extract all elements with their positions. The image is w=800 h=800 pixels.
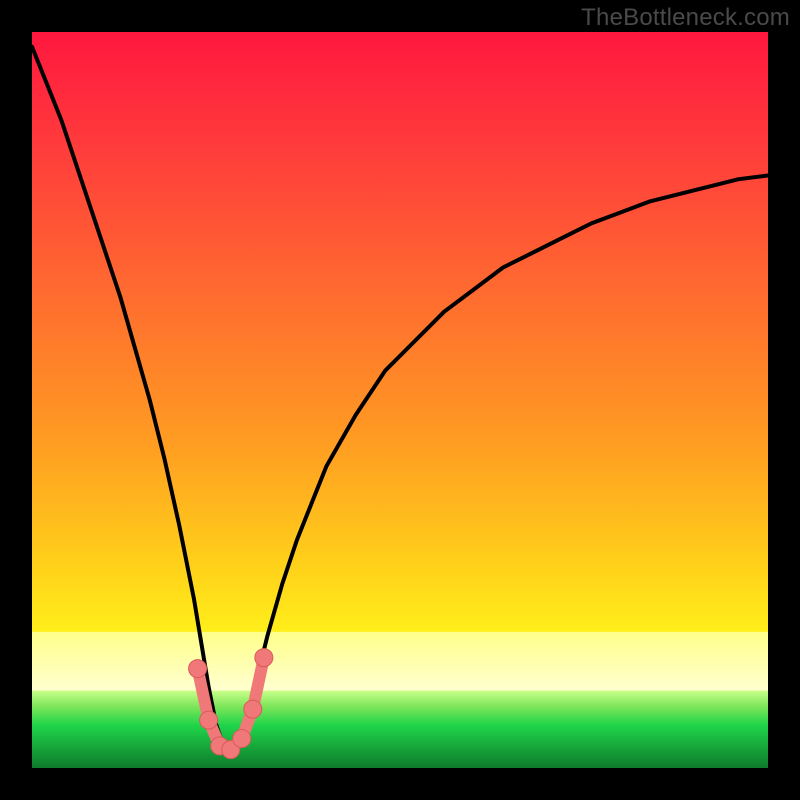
- plot-svg: [32, 32, 768, 768]
- marker-dot: [244, 700, 262, 718]
- chart-frame: TheBottleneck.com: [0, 0, 800, 800]
- marker-dot: [255, 649, 273, 667]
- marker-dot: [233, 730, 251, 748]
- plot-area: [32, 32, 768, 768]
- marker-dot: [200, 711, 218, 729]
- green-band: [32, 691, 768, 768]
- watermark-text: TheBottleneck.com: [581, 4, 790, 32]
- pale-band: [32, 632, 768, 691]
- marker-dot: [189, 660, 207, 678]
